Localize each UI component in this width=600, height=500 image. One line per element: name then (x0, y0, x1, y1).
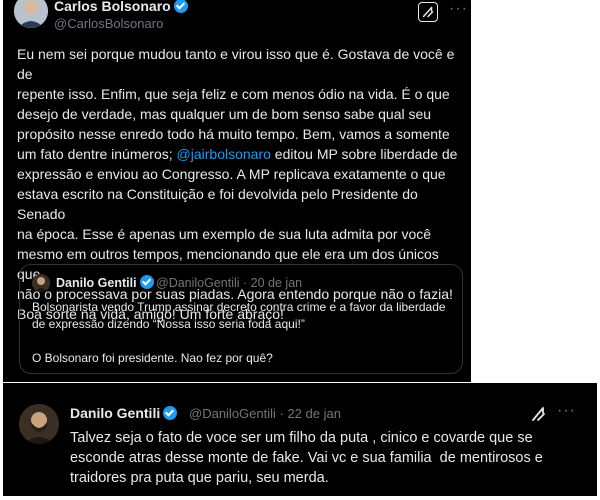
quoted-meta: @DaniloGentili · 20 de jan (156, 276, 303, 290)
more-icon[interactable]: ··· (449, 0, 468, 18)
quoted-body: Bolsonarista vendo Trump assinar decreto… (32, 299, 452, 367)
author-name[interactable]: Carlos Bolsonaro (54, 0, 188, 14)
quoted-tweet[interactable]: Danilo Gentili @DaniloGentili · 20 de ja… (19, 264, 463, 374)
grok-icon[interactable] (529, 404, 549, 424)
mention-link[interactable]: @jairbolsonaro (177, 146, 271, 162)
grok-icon[interactable] (418, 2, 438, 22)
quoted-line: de expressão dizendo “Nossa isso seria f… (32, 317, 305, 331)
more-icon[interactable]: ··· (557, 402, 576, 420)
avatar[interactable] (32, 274, 50, 292)
verified-badge-icon (163, 406, 178, 420)
author-handle[interactable]: @CarlosBolsonaro (54, 16, 163, 31)
verified-badge-icon (139, 275, 154, 289)
author-name[interactable]: Danilo Gentili (70, 405, 178, 421)
tweet-meta[interactable]: @DaniloGentili · 22 de jan (189, 406, 341, 421)
quoted-author-name: Danilo Gentili (56, 275, 154, 290)
quoted-line: Bolsonarista vendo Trump assinar decreto… (32, 300, 446, 314)
tweet-body: Talvez seja o fato de voce ser um filho … (70, 430, 543, 486)
verified-badge-icon (173, 0, 188, 13)
tweet-body-text: Eu nem sei porque mudou tanto e virou is… (17, 46, 455, 162)
tweet-card-danilo: Danilo Gentili @DaniloGentili · 22 de ja… (3, 383, 597, 496)
avatar[interactable] (14, 0, 48, 28)
quoted-line: O Bolsonaro foi presidente. Nao fez por … (32, 351, 273, 365)
tweet-card-carlos: Carlos Bolsonaro @CarlosBolsonaro ··· Eu… (3, 0, 471, 382)
avatar[interactable] (19, 404, 59, 444)
